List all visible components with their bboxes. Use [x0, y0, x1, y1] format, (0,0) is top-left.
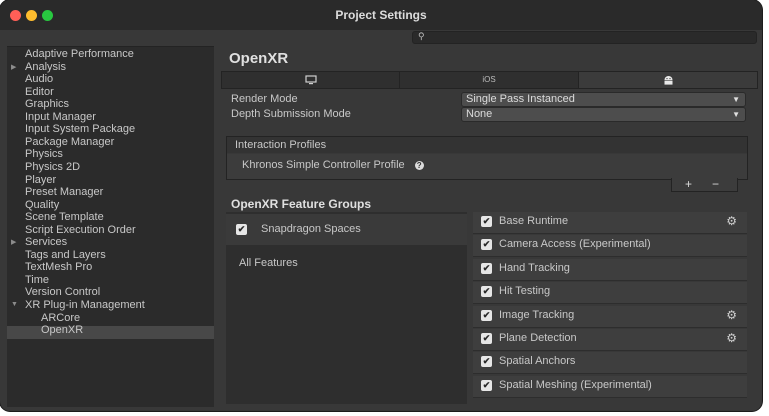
sidebar-item-input-system-package[interactable]: Input System Package [25, 123, 135, 136]
feature-checkbox[interactable]: ✔ [481, 239, 492, 251]
platform-tabs: iOS [221, 71, 758, 89]
sidebar-item-audio[interactable]: Audio [25, 73, 53, 86]
monitor-icon [304, 75, 317, 85]
tab-ios[interactable]: iOS [400, 72, 579, 88]
snapdragon-spaces-checkbox[interactable]: ✔ [236, 224, 247, 235]
main-panel: OpenXR iOS Render Mode Single Pass Insta… [214, 44, 762, 411]
depth-submission-mode-value: None [466, 108, 493, 120]
sidebar-item-physics[interactable]: Physics [25, 148, 63, 161]
feature-row[interactable]: ✔ Spatial Anchors [473, 352, 747, 375]
sidebar-item-textmesh-pro[interactable]: TextMesh Pro [25, 261, 92, 274]
feature-label: Spatial Anchors [499, 355, 576, 368]
expand-down-icon[interactable]: ▼ [11, 301, 18, 308]
sidebar-item-quality[interactable]: Quality [25, 199, 59, 212]
list-item[interactable]: Khronos Simple Controller Profile? [242, 159, 424, 171]
sidebar-item-xr-plug-in-management[interactable]: XR Plug-in Management [25, 299, 145, 312]
add-profile-button[interactable]: + [685, 177, 692, 191]
feature-label: Image Tracking [499, 308, 575, 321]
tab-android[interactable] [579, 72, 757, 88]
sidebar-item-input-manager[interactable]: Input Manager [25, 111, 96, 124]
feature-checkbox[interactable]: ✔ [481, 309, 492, 321]
sidebar-item-physics-2d[interactable]: Physics 2D [25, 161, 80, 174]
chevron-down-icon: ▼ [732, 110, 740, 119]
feature-group-all-features[interactable]: All Features [226, 252, 467, 283]
page-title: OpenXR [229, 50, 289, 67]
tab-standalone[interactable] [222, 72, 400, 88]
sidebar-item-services[interactable]: Services [25, 236, 67, 249]
feature-label: Base Runtime [499, 215, 569, 227]
interaction-profiles-header: Interaction Profiles [227, 137, 747, 153]
expand-right-icon[interactable]: ▶ [11, 63, 16, 71]
sidebar-item-scene-template[interactable]: Scene Template [25, 211, 104, 224]
gear-icon[interactable]: ⚙ [726, 308, 737, 322]
feature-checkbox[interactable]: ✔ [481, 216, 492, 227]
feature-row[interactable]: ✔ Image Tracking ⚙ [473, 305, 747, 328]
features-list: ✔ Base Runtime ⚙ ✔ Camera Access (Experiment… [473, 212, 747, 404]
title-bar: Project Settings [0, 0, 762, 30]
remove-profile-button[interactable]: − [712, 177, 719, 191]
interaction-profiles-body: Khronos Simple Controller Profile? [227, 154, 747, 179]
android-icon [664, 75, 672, 85]
sidebar-item-time[interactable]: Time [25, 274, 49, 287]
feature-label: Hand Tracking [499, 261, 570, 274]
feature-label: Plane Detection [499, 332, 577, 344]
gear-icon[interactable]: ⚙ [726, 331, 737, 345]
feature-row[interactable]: ✔ Hand Tracking [473, 258, 747, 281]
sidebar-item-adaptive-performance[interactable]: Adaptive Performance [25, 48, 134, 61]
feature-checkbox[interactable]: ✔ [481, 379, 492, 391]
feature-checkbox[interactable]: ✔ [481, 262, 492, 274]
window-title: Project Settings [335, 8, 427, 22]
sidebar-selection-highlight [7, 326, 214, 339]
search-input[interactable]: ⚲ [412, 31, 757, 44]
feature-groups-title: OpenXR Feature Groups [231, 197, 372, 211]
gear-icon[interactable]: ⚙ [726, 214, 737, 228]
feature-label: Spatial Meshing (Experimental) [499, 378, 652, 391]
feature-group-snapdragon-spaces[interactable]: ✔ Snapdragon Spaces [226, 214, 467, 245]
feature-groups-list: ✔ Snapdragon Spaces All Features [226, 212, 467, 404]
feature-row[interactable]: ✔ Plane Detection ⚙ [473, 329, 747, 351]
sidebar-item-tags-and-layers[interactable]: Tags and Layers [25, 249, 106, 262]
sidebar-item-openxr[interactable]: OpenXR [41, 324, 83, 337]
sidebar-item-editor[interactable]: Editor [25, 86, 54, 99]
profile-label: Khronos Simple Controller Profile [242, 159, 405, 171]
feature-group-label: All Features [239, 257, 298, 269]
feature-row[interactable]: ✔ Camera Access (Experimental) [473, 235, 747, 258]
sidebar-item-graphics[interactable]: Graphics [25, 98, 69, 111]
sidebar-item-script-execution-order[interactable]: Script Execution Order [25, 224, 136, 237]
interaction-profiles-list: Interaction Profiles Khronos Simple Cont… [226, 136, 748, 180]
depth-submission-mode-label: Depth Submission Mode [231, 108, 351, 120]
feature-label: Camera Access (Experimental) [499, 238, 651, 251]
sidebar-item-package-manager[interactable]: Package Manager [25, 136, 114, 149]
depth-submission-mode-dropdown[interactable]: None ▼ [461, 107, 746, 122]
render-mode-label: Render Mode [231, 93, 298, 105]
feature-checkbox[interactable]: ✔ [481, 286, 492, 298]
chevron-down-icon: ▼ [732, 95, 740, 104]
search-icon: ⚲ [418, 31, 425, 41]
sidebar-item-version-control[interactable]: Version Control [25, 286, 100, 299]
feature-row[interactable]: ✔ Hit Testing [473, 282, 747, 305]
project-settings-window: Project Settings ⚲ Adaptive Performance ▶… [0, 0, 762, 411]
feature-label: Hit Testing [499, 285, 551, 298]
feature-row[interactable]: ✔ Base Runtime ⚙ [473, 212, 747, 234]
feature-row[interactable]: ✔ Spatial Meshing (Experimental) [473, 375, 747, 398]
render-mode-value: Single Pass Instanced [466, 93, 575, 105]
sidebar-item-preset-manager[interactable]: Preset Manager [25, 186, 103, 199]
help-icon[interactable]: ? [414, 161, 424, 170]
sidebar-item-player[interactable]: Player [25, 174, 56, 187]
sidebar-item-analysis[interactable]: Analysis [25, 61, 66, 74]
feature-group-label: Snapdragon Spaces [261, 223, 361, 235]
feature-checkbox[interactable]: ✔ [481, 333, 492, 344]
render-mode-dropdown[interactable]: Single Pass Instanced ▼ [461, 92, 746, 107]
profile-add-remove-footer: + − [671, 177, 738, 192]
sidebar-item-arcore[interactable]: ARCore [41, 312, 80, 325]
sidebar: Adaptive Performance ▶ Analysis Audio Editor… [7, 46, 214, 407]
feature-checkbox[interactable]: ✔ [481, 356, 492, 368]
expand-right-icon[interactable]: ▶ [11, 238, 16, 246]
